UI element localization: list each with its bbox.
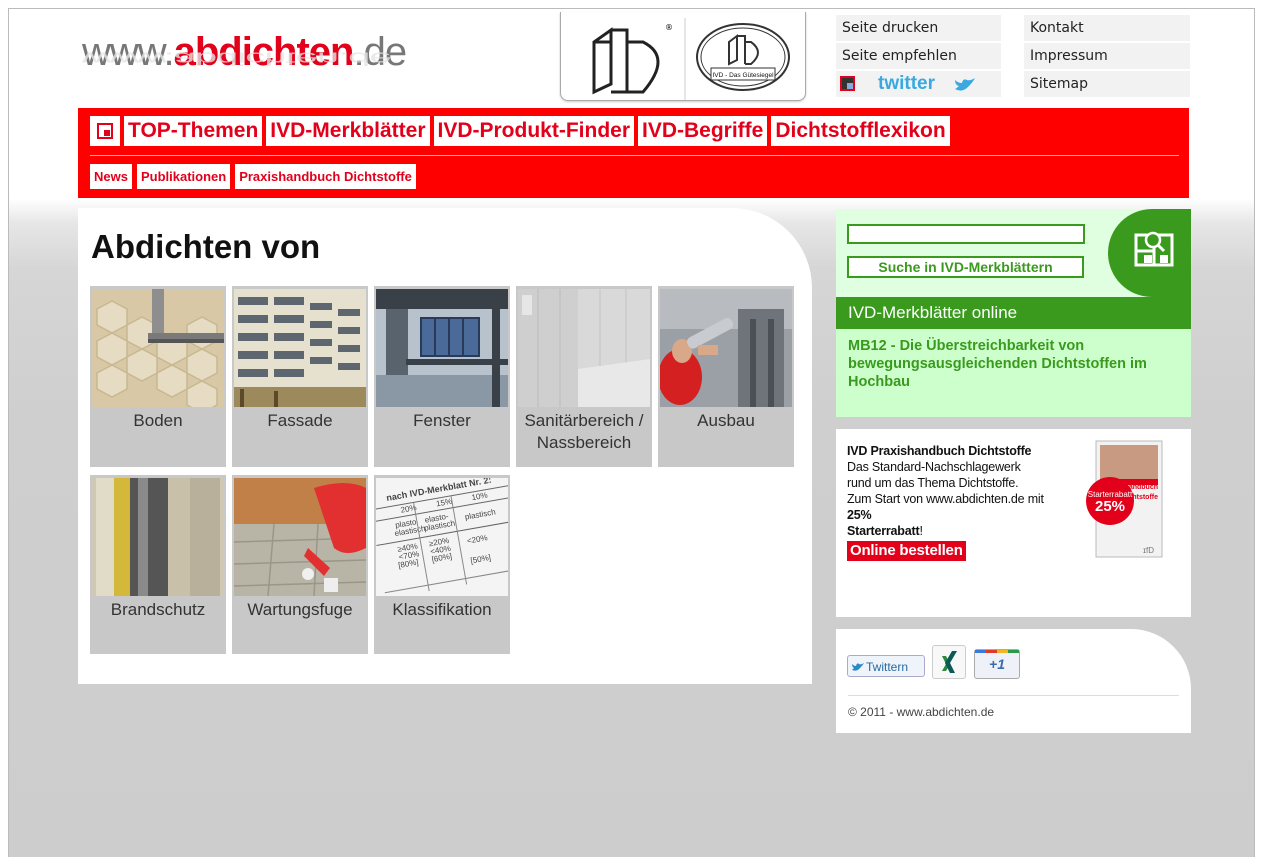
order-online-button[interactable]: Online bestellen xyxy=(847,541,966,561)
twitter-share-label: Twittern xyxy=(866,660,909,674)
xing-icon xyxy=(942,651,957,673)
svg-text:ɪfD: ɪfD xyxy=(1143,546,1154,555)
promo-text: IVD Praxishandbuch Dichtstoffe Das Stand… xyxy=(847,443,1047,561)
social-divider xyxy=(848,695,1179,696)
nav-ivd-merkblaetter[interactable]: IVD-Merkblätter xyxy=(266,116,430,146)
social-panel: Twittern +1 © 2011 - www.abdichten.de xyxy=(836,629,1191,733)
delicious-icon[interactable] xyxy=(840,76,855,91)
print-page-link[interactable]: Seite drucken xyxy=(836,15,1001,41)
tile-fassade[interactable]: Fassade xyxy=(232,286,368,467)
praxishandbuch-promo: IVD Praxishandbuch Dichtstoffe Das Stand… xyxy=(836,429,1191,617)
tile-klassifikation[interactable]: nach IVD-Merkblatt Nr. 2: 20% 15% 10% pl… xyxy=(374,475,510,654)
home-button[interactable] xyxy=(90,116,120,146)
klassifikation-image: nach IVD-Merkblatt Nr. 2: 20% 15% 10% pl… xyxy=(376,478,508,596)
twitter-bird-icon xyxy=(955,78,975,91)
page-title: Abdichten von xyxy=(91,228,321,265)
recommend-page-label: Seite empfehlen xyxy=(842,48,957,64)
nav-divider xyxy=(90,155,1179,156)
nav-praxishandbuch[interactable]: Praxishandbuch Dichtstoffe xyxy=(235,164,416,189)
nav-dichtstofflexikon[interactable]: Dichtstofflexikon xyxy=(771,116,950,146)
sitemap-label: Sitemap xyxy=(1030,76,1088,92)
nav-ivd-begriffe[interactable]: IVD-Begriffe xyxy=(638,116,768,146)
twitter-logo[interactable]: twitter xyxy=(878,71,935,97)
xing-button[interactable] xyxy=(932,645,966,679)
promo-starter: Starterrabatt xyxy=(847,524,920,538)
main-content: Abdichten von Boden Fassade Fenster Sani… xyxy=(78,208,812,684)
plusone-color-strip xyxy=(975,650,1019,653)
tile-fenster[interactable]: Fenster xyxy=(374,286,510,467)
fassade-image xyxy=(234,289,366,407)
wartungsfuge-image xyxy=(234,478,366,596)
tile-label: Klassifikation xyxy=(392,600,492,619)
ivd-logo-box[interactable]: ® IVD - Das Gütesiegel xyxy=(560,12,806,101)
promo-percent: 25% xyxy=(847,508,872,522)
twitter-share-button[interactable]: Twittern xyxy=(847,655,925,677)
home-icon xyxy=(97,123,113,139)
tile-wartungsfuge[interactable]: Wartungsfuge xyxy=(232,475,368,654)
nav-news[interactable]: News xyxy=(90,164,132,189)
print-page-label: Seite drucken xyxy=(842,20,939,36)
tile-brandschutz[interactable]: Brandschutz xyxy=(90,475,226,654)
tile-label-text: Sanitärbereich / Nassbereich xyxy=(524,411,644,452)
copyright-text: © 2011 - www.abdichten.de xyxy=(848,705,995,719)
google-plusone-button[interactable]: +1 xyxy=(974,649,1020,679)
promo-description: Das Standard-Nachschlagewerk rund um das… xyxy=(847,460,1021,490)
recommend-page-link[interactable]: Seite empfehlen xyxy=(836,43,1001,69)
contact-label: Kontakt xyxy=(1030,20,1084,36)
plusone-label: +1 xyxy=(989,656,1005,672)
search-input[interactable] xyxy=(847,224,1085,244)
tile-label: Ausbau xyxy=(697,411,755,430)
tile-label: Fenster xyxy=(413,411,471,430)
logo-reflection: www.abdichten.de xyxy=(82,48,391,68)
sitemap-link[interactable]: Sitemap xyxy=(1024,71,1190,97)
boden-image xyxy=(92,289,224,407)
tile-ausbau[interactable]: Ausbau xyxy=(658,286,794,467)
svg-text:®: ® xyxy=(665,23,673,32)
imprint-label: Impressum xyxy=(1030,48,1108,64)
merkblatt-search-panel: Suche in IVD-Merkblättern IVD-Merkblätte… xyxy=(836,209,1191,417)
search-button[interactable]: Suche in IVD-Merkblättern xyxy=(847,256,1084,278)
promo-title: IVD Praxishandbuch Dichtstoffe xyxy=(847,444,1032,458)
document-search-icon xyxy=(1134,231,1174,267)
tile-boden[interactable]: Boden xyxy=(90,286,226,467)
ausbau-image xyxy=(660,289,792,407)
nav-ivd-produkt-finder[interactable]: IVD-Produkt-Finder xyxy=(433,116,634,146)
contact-link[interactable]: Kontakt xyxy=(1024,15,1190,41)
tile-label: Sanitärbereich / Nassbereich xyxy=(516,410,652,454)
sanitaer-image xyxy=(518,289,650,407)
ivd-logo-icon: ® IVD - Das Gütesiegel xyxy=(592,18,790,100)
svg-text:IVD - Das Gütesiegel: IVD - Das Gütesiegel xyxy=(712,72,774,79)
tile-label: Brandschutz xyxy=(110,600,206,619)
twitter-bird-icon xyxy=(852,663,864,671)
promo-excl: ! xyxy=(919,524,923,538)
search-icon-block xyxy=(1108,209,1191,297)
imprint-link[interactable]: Impressum xyxy=(1024,43,1190,69)
nav-publikationen[interactable]: Publikationen xyxy=(136,164,231,189)
promo-start-text: Zum Start von www.abdichten.de mit 25% St… xyxy=(847,491,1047,539)
tile-label: Fassade xyxy=(267,411,333,430)
promo-start-label: Zum Start von www.abdichten.de mit xyxy=(847,492,1044,506)
tile-label: Wartungsfuge xyxy=(247,600,353,619)
tile-label: Boden xyxy=(133,411,183,430)
svg-text:25%: 25% xyxy=(1095,498,1125,515)
brandschutz-image xyxy=(92,478,224,596)
book-cover-image[interactable]: Praxishandbuch Dichtstoffe Starterrabatt… xyxy=(1064,439,1164,569)
social-links-row: twitter xyxy=(836,71,1001,97)
merkblaetter-online-title[interactable]: IVD-Merkblätter online xyxy=(836,297,1191,329)
nav-top-themen[interactable]: TOP-Themen xyxy=(124,116,263,146)
fenster-image xyxy=(376,289,508,407)
tile-sanitaer[interactable]: Sanitärbereich / Nassbereich xyxy=(516,286,652,467)
merkblatt-link[interactable]: MB12 - Die Überstreichbarkeit von bewegu… xyxy=(848,337,1178,391)
main-navigation: TOP-Themen IVD-Merkblätter IVD-Produkt-F… xyxy=(78,108,1189,198)
